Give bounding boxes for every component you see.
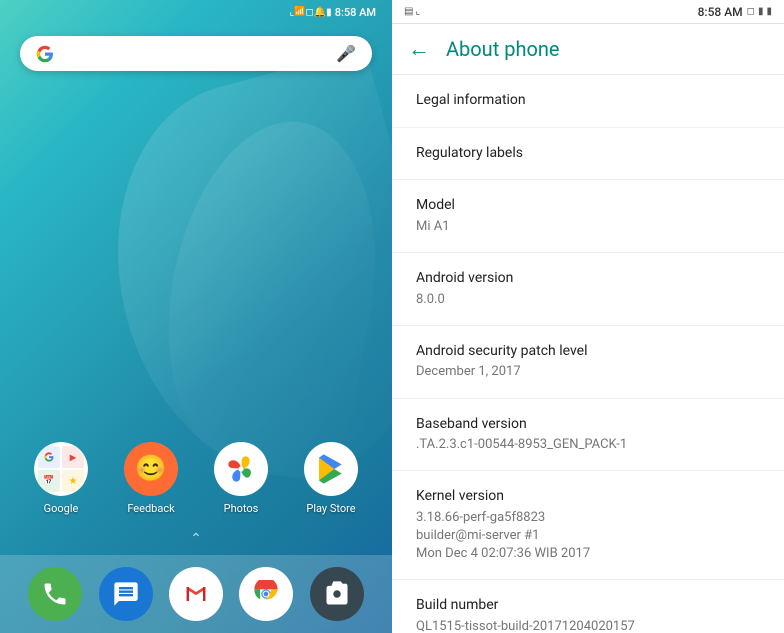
android-version-value: 8.0.0 [416, 291, 760, 309]
security-patch-title: Android security patch level [416, 342, 760, 362]
bt-icon-right: ⌞ [415, 6, 420, 17]
model-title: Model [416, 196, 760, 216]
photos-label: Photos [224, 502, 259, 515]
bt-icon2: 📶 [294, 7, 305, 17]
dock-messages[interactable] [99, 567, 153, 621]
playstore-icon [304, 442, 358, 496]
android-version-title: Android version [416, 269, 760, 289]
app-item-playstore[interactable]: Play Store [296, 442, 366, 515]
app-item-feedback[interactable]: 😊 Feedback [116, 442, 186, 515]
build-title: Build number [416, 596, 760, 616]
settings-item-security-patch: Android security patch level December 1,… [392, 326, 784, 399]
signal-icon: ◻ [305, 7, 313, 18]
playstore-label: Play Store [306, 502, 355, 515]
baseband-value: .TA.2.3.c1-00544-8953_GEN_PACK-1 [416, 436, 760, 454]
sim-icon: ▤ [404, 6, 413, 17]
toolbar: ← About phone [392, 24, 784, 75]
settings-item-kernel: Kernel version 3.18.66-perf-ga5f8823 bui… [392, 471, 784, 580]
settings-list: Legal information Regulatory labels Mode… [392, 75, 784, 633]
dock-phone[interactable] [28, 567, 82, 621]
settings-item-android-version: Android version 8.0.0 [392, 253, 784, 326]
time-right: 8:58 AM [698, 5, 743, 19]
google-label: Google [44, 502, 79, 515]
play-store-svg [315, 453, 347, 485]
dock-chrome[interactable] [239, 567, 293, 621]
security-patch-value: December 1, 2017 [416, 363, 760, 381]
build-value: QL1515-tissot-build-20171204020157 [416, 618, 760, 633]
google-g-logo [36, 45, 54, 63]
mic-icon[interactable]: 🎤 [336, 44, 356, 63]
about-phone-screen: ▤ ⌞ 8:58 AM ◻ ▮ ▮ ← About phone Legal in… [392, 0, 784, 633]
kernel-value: 3.18.66-perf-ga5f8823 builder@mi-server … [416, 509, 760, 564]
page-up-arrow: ⌃ [190, 531, 202, 547]
dock [0, 555, 392, 633]
settings-item-legal[interactable]: Legal information [392, 75, 784, 128]
page-indicator: ⌃ [0, 531, 392, 547]
google-folder-icon: ▶ 📅 ★ [34, 442, 88, 496]
regulatory-title: Regulatory labels [416, 144, 760, 164]
status-bar-right: ▤ ⌞ 8:58 AM ◻ ▮ ▮ [392, 0, 784, 24]
home-screen: ⌞ 📶 ◻ 🔔 ▮ 8:58 AM 🎤 [0, 0, 392, 633]
baseband-title: Baseband version [416, 415, 760, 435]
legal-title: Legal information [416, 91, 760, 111]
app-item-google[interactable]: ▶ 📅 ★ Google [26, 442, 96, 515]
model-value: Mi A1 [416, 218, 760, 236]
toolbar-title: About phone [446, 37, 560, 61]
mute-icon-right: ▮ [758, 6, 764, 17]
photos-icon [214, 442, 268, 496]
search-input[interactable] [54, 46, 336, 62]
status-bar-left: ⌞ 📶 ◻ 🔔 ▮ 8:58 AM [0, 0, 392, 24]
battery-icon-left: ▮ [326, 7, 332, 18]
app-item-photos[interactable]: Photos [206, 442, 276, 515]
battery-icon-right: ▮ [766, 6, 772, 17]
mute-icon: 🔔 [314, 7, 326, 18]
settings-item-build: Build number QL1515-tissot-build-2017120… [392, 580, 784, 633]
app-row: ▶ 📅 ★ Google 😊 Feedback [0, 442, 392, 515]
time-left: 8:58 AM [335, 6, 376, 19]
dock-gmail[interactable] [169, 567, 223, 621]
back-button[interactable]: ← [408, 36, 430, 62]
dock-camera[interactable] [310, 567, 364, 621]
feedback-label: Feedback [127, 502, 174, 515]
search-bar[interactable]: 🎤 [20, 36, 372, 71]
settings-item-model: Model Mi A1 [392, 180, 784, 253]
pinwheel-svg [225, 453, 257, 485]
settings-item-baseband: Baseband version .TA.2.3.c1-00544-8953_G… [392, 399, 784, 472]
signal-icon-right: ◻ [747, 6, 755, 17]
kernel-title: Kernel version [416, 487, 760, 507]
settings-item-regulatory[interactable]: Regulatory labels [392, 128, 784, 181]
feedback-icon: 😊 [124, 442, 178, 496]
